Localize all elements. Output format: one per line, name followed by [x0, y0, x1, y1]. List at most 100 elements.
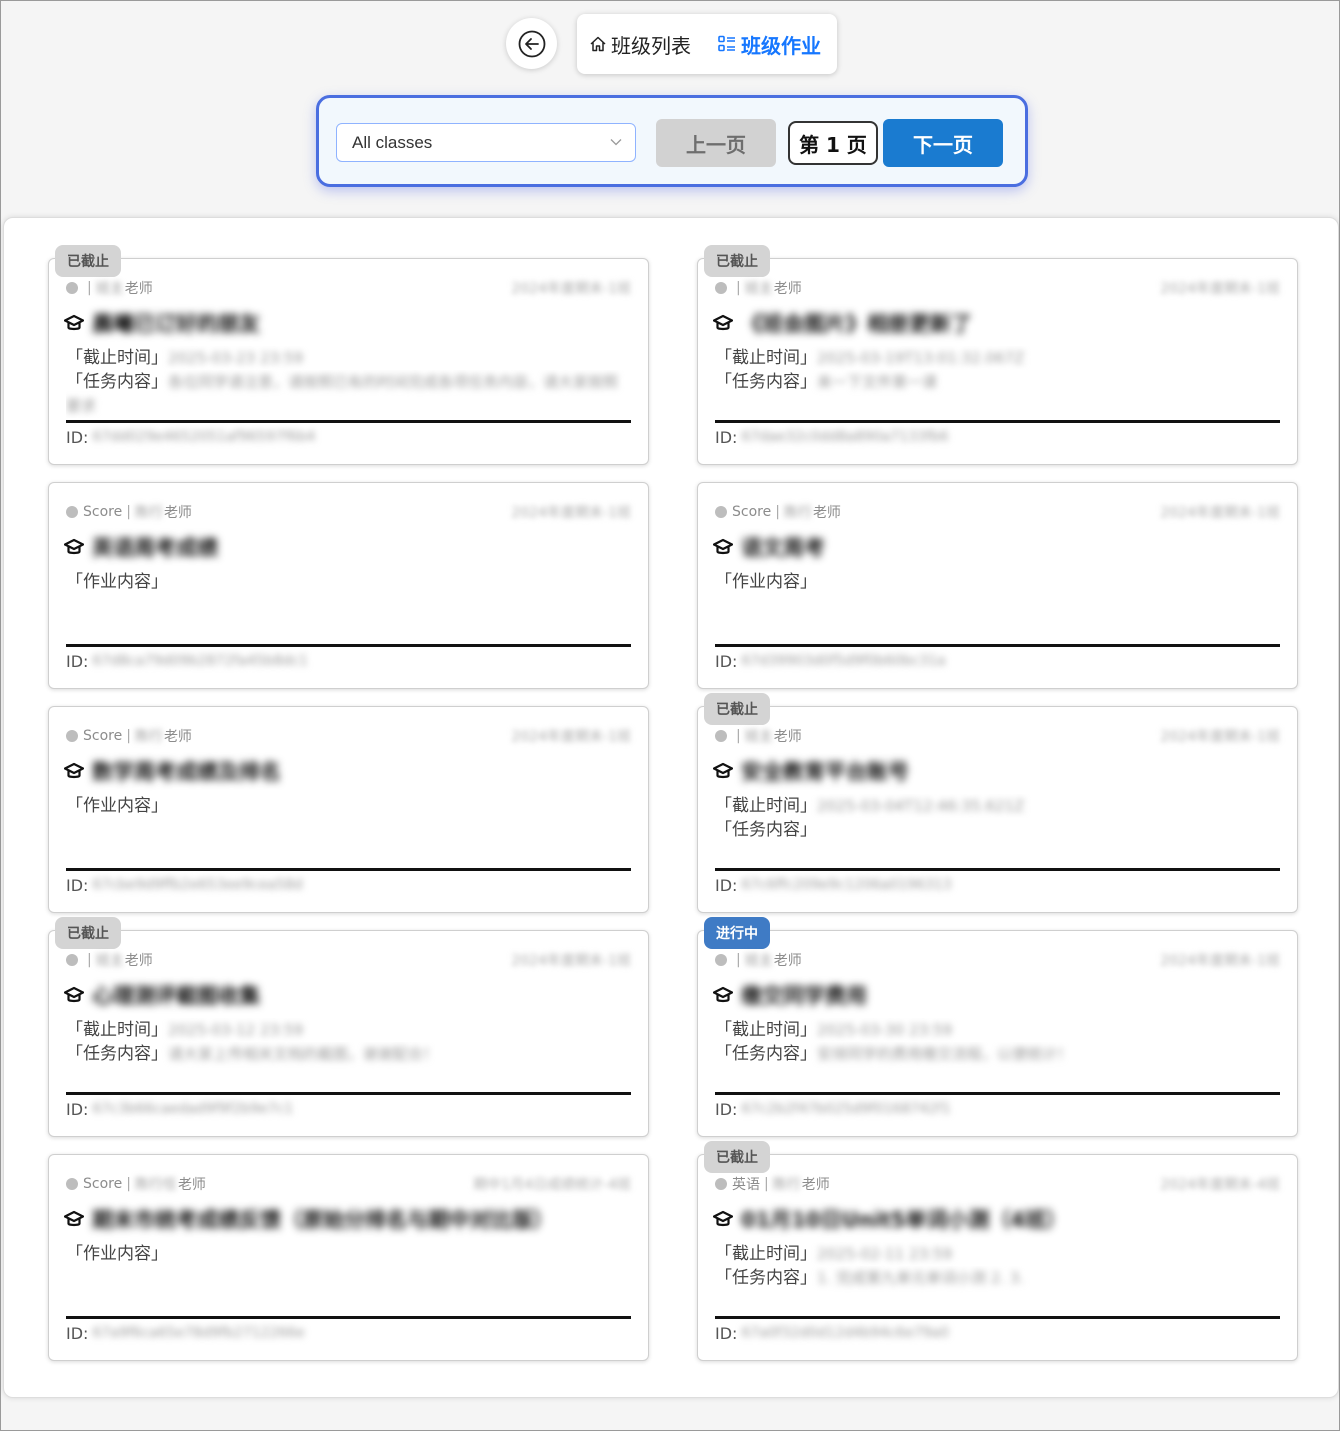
teacher-name: 陈行任 [134, 1177, 177, 1193]
card-title-text: 心理测评截图收集 [92, 984, 260, 1008]
deadline-label: 「截止时间」 [715, 796, 817, 816]
id-label: ID: [66, 875, 89, 895]
card-title-text: 语文周考 [741, 536, 825, 560]
card-title-text: 安全教育平台账号 [741, 760, 909, 784]
task-content-label: 「任务内容」 [715, 1044, 817, 1064]
card-divider [66, 1092, 631, 1095]
status-dot [715, 1178, 727, 1190]
card-id-value: 67a0f32d0d12d4b94c6e79a0 [741, 1325, 949, 1341]
status-badge: 已截止 [704, 693, 770, 725]
card-meta: | 班主 老师 2024年度期末-1班 [66, 279, 631, 297]
teacher-suffix: 老师 [801, 1177, 830, 1193]
task-content-row: 「任务内容」来一下文件第一课 [715, 370, 1280, 418]
card-title: 英语周考成绩 [64, 533, 631, 561]
status-dot [66, 730, 78, 742]
card-title: 缴交同学费用 [713, 981, 1280, 1009]
card-title: 《班会图片》相册更新了 [713, 309, 1280, 337]
teacher-suffix: 老师 [773, 953, 802, 969]
card-meta: | 班主 老师 2024年度期末-1班 [715, 951, 1280, 969]
task-content-row: 「任务内容」请大家上传相关文档的截图，谢谢配合！ [66, 1042, 631, 1090]
homework-card[interactable]: 已截止 | 班主 老师 2024年度期末-1班 《班会图片》相册更新了 「截止时… [697, 245, 1298, 465]
card-id-row: ID: 67a0f32d0d12d4b94c6e79a0 [715, 1322, 1280, 1344]
tab-class-list[interactable]: 班级列表 [589, 30, 691, 59]
class-term-label: 2024年度期末-1班 [511, 281, 631, 297]
teacher-suffix: 老师 [163, 505, 192, 521]
status-dot [715, 730, 727, 742]
card-title: 心理测评截图收集 [64, 981, 631, 1009]
card-title: 01月10日Unit5单词小测（4班） [713, 1205, 1280, 1233]
deadline-value: 2025-03-04T12:46:35.621Z [817, 797, 1025, 815]
subject-label: 英语 [732, 1177, 760, 1193]
homework-card[interactable]: Score | 陈行 老师 2024年度期末-1班 英语周考成绩 「作业内容」 … [48, 482, 649, 689]
card-id-value: 67a9f6ca65e78d9fb2712266e [92, 1325, 305, 1341]
teacher-suffix: 老师 [177, 1177, 206, 1193]
meta-separator: | [126, 1176, 131, 1192]
id-label: ID: [66, 1099, 89, 1119]
deadline-value: 2025-03-30 23:59 [817, 1021, 953, 1039]
id-label: ID: [715, 1323, 738, 1343]
class-term-label: 2024年度期末-1班 [511, 505, 631, 521]
homework-card[interactable]: Score | 陈行 老师 2024年度期末-1班 数学周考成绩及排名 「作业内… [48, 706, 649, 913]
card-id-value: 67dae32c0dd8a890a7133fb6 [741, 429, 949, 445]
homework-content-row: 「作业内容」 [66, 1242, 631, 1266]
class-term-label: 2024年度期末-1班 [1160, 729, 1280, 745]
deadline-label: 「截止时间」 [715, 1020, 817, 1040]
subject-label: Score [83, 728, 123, 744]
card-meta: | 班主 老师 2024年度期末-1班 [715, 727, 1280, 745]
deadline-label: 「截止时间」 [66, 348, 168, 368]
next-page-button[interactable]: 下一页 [883, 119, 1003, 167]
teacher-name: 班主 [95, 953, 124, 969]
card-meta: 英语 | 陈行 老师 2024年度期末-4班 [715, 1175, 1280, 1193]
class-term-label: 2024年度期末-1班 [1160, 505, 1280, 521]
pagination-toolbar: All classes 上一页 第 1 页 下一页 [316, 95, 1028, 187]
back-button[interactable] [506, 18, 557, 69]
class-term-label: 2024年度期末-4班 [1160, 1177, 1280, 1193]
card-id-value: 67c6ffc209e9c1206a0196313 [741, 877, 952, 893]
status-badge: 进行中 [704, 917, 770, 949]
homework-card[interactable]: 进行中 | 班主 老师 2024年度期末-1班 缴交同学费用 「截止时间」202… [697, 917, 1298, 1137]
subject-label: Score [83, 1176, 123, 1192]
card-title-text: 数学周考成绩及排名 [92, 760, 281, 784]
task-content-label: 「任务内容」 [715, 1268, 817, 1288]
status-dot [66, 954, 78, 966]
graduation-cap-icon [713, 1210, 733, 1227]
teacher-suffix: 老师 [773, 281, 802, 297]
task-content-value: 1. 完成第九单元单词小测 2. 3. [817, 1269, 1025, 1287]
class-term-label: 2024年度期末-1班 [1160, 281, 1280, 297]
task-content-value: 来一下文件第一课 [817, 373, 938, 391]
chevron-down-icon [610, 139, 622, 146]
card-meta: Score | 陈行任 老师 期中1月4日成绩统计-4班 [66, 1175, 631, 1193]
status-badge: 已截止 [704, 245, 770, 277]
homework-content-label: 「作业内容」 [715, 572, 817, 592]
card-id-value: 67c3b66caedad9f9f2b9e7c1 [92, 1101, 294, 1117]
task-content-label: 「任务内容」 [66, 1044, 168, 1064]
task-content-value: 安排同学的费用缴交流程，以便统计！ [817, 1045, 1073, 1063]
teacher-name: 陈行 [134, 505, 163, 521]
card-title: 晨曦已订好的朋友 [64, 309, 631, 337]
homework-card[interactable]: Score | 陈行任 老师 期中1月4日成绩统计-4班 期末市统考成绩反馈（原… [48, 1154, 649, 1361]
graduation-cap-icon [713, 986, 733, 1003]
teacher-name: 陈行 [783, 505, 812, 521]
teacher-name: 班主 [744, 953, 773, 969]
class-select[interactable]: All classes [336, 123, 636, 162]
tab-class-homework[interactable]: 班级作业 [717, 30, 821, 59]
tab-class-list-label: 班级列表 [611, 33, 691, 58]
homework-content-label: 「作业内容」 [66, 572, 168, 592]
teacher-name: 班主 [95, 281, 124, 297]
deadline-value: 2025-03-19T13:01:32.067Z [817, 349, 1025, 367]
homework-card[interactable]: 已截止 | 班主 老师 2024年度期末-1班 安全教育平台账号 「截止时间」2… [697, 693, 1298, 913]
homework-card[interactable]: Score | 陈行 老师 2024年度期末-1班 语文周考 「作业内容」 ID… [697, 482, 1298, 689]
homework-card[interactable]: 已截止 英语 | 陈行 老师 2024年度期末-4班 01月10日Unit5单词… [697, 1141, 1298, 1361]
card-divider [66, 644, 631, 647]
card-divider [715, 868, 1280, 871]
card-id-value: 67d8ca79d09b2872fa45b8dc1 [92, 653, 308, 669]
deadline-value: 2025-03-23 23:59 [168, 349, 304, 367]
homework-card[interactable]: 已截止 | 班主 老师 2024年度期末-1班 晨曦已订好的朋友 「截止时间」2… [48, 245, 649, 465]
card-id-row: ID: 67c6ffc209e9c1206a0196313 [715, 874, 1280, 896]
teacher-name: 班主 [744, 729, 773, 745]
homework-card[interactable]: 已截止 | 班主 老师 2024年度期末-1班 心理测评截图收集 「截止时间」2… [48, 917, 649, 1137]
card-meta: Score | 陈行 老师 2024年度期末-1班 [715, 503, 1280, 521]
meta-separator: | [126, 504, 131, 520]
prev-page-button[interactable]: 上一页 [656, 119, 776, 167]
deadline-row: 「截止时间」2025-03-30 23:59 [715, 1018, 1280, 1042]
